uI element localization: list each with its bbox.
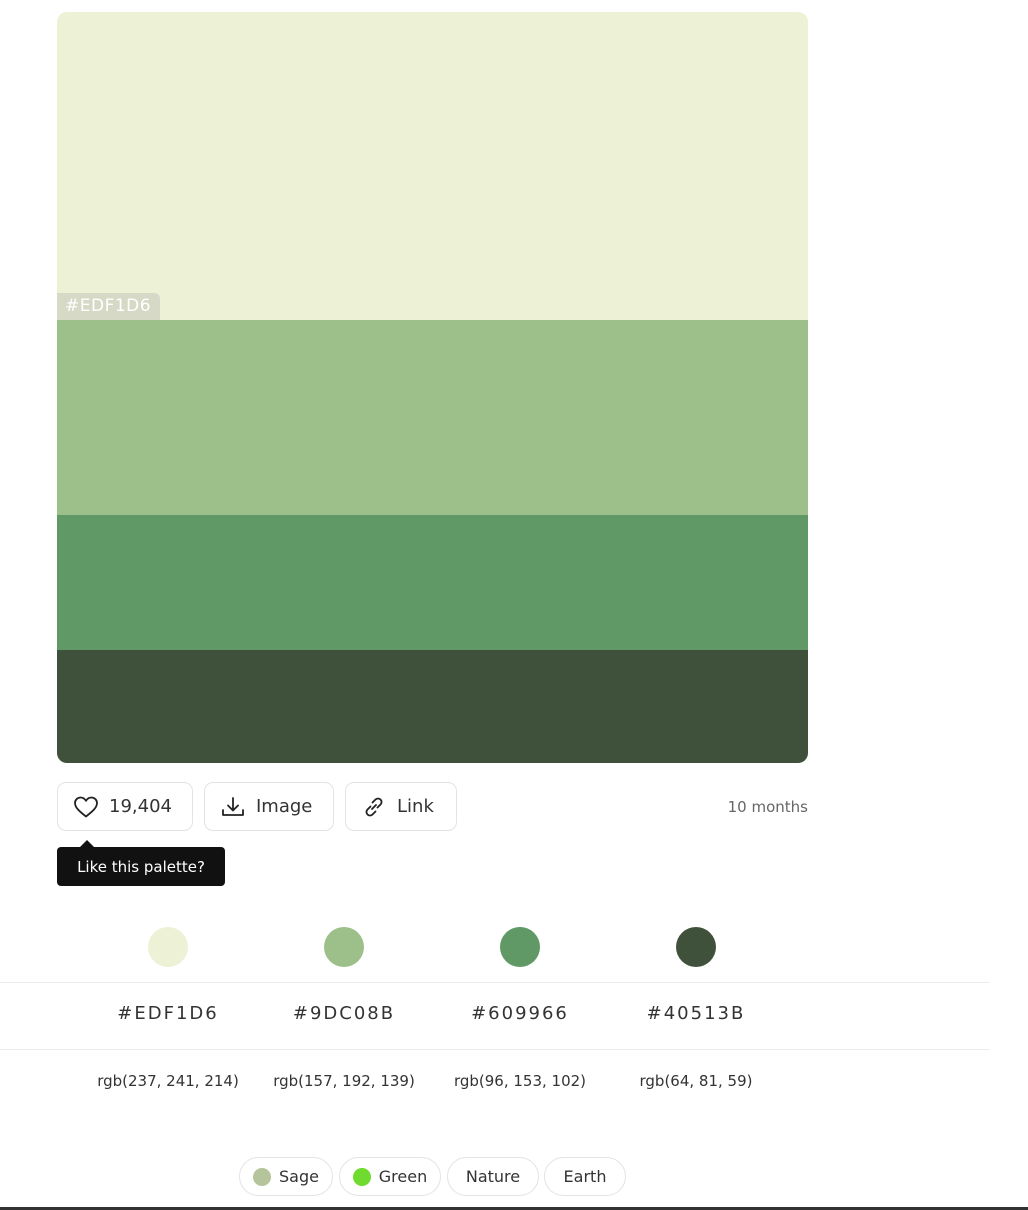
copy-link-button[interactable]: Link (345, 782, 457, 831)
green-color-dot (352, 1167, 371, 1186)
tag-earth[interactable]: Earth (544, 1157, 626, 1196)
like-count: 19,404 (109, 796, 172, 817)
hex-value-2[interactable]: #9DC08B (256, 1003, 432, 1024)
color-circle-1[interactable] (148, 927, 188, 967)
tag-sage[interactable]: Sage (239, 1157, 333, 1196)
swatch-2[interactable] (57, 320, 808, 515)
swatch-1[interactable]: #EDF1D6 (57, 12, 808, 320)
rgb-value-3[interactable]: rgb(96, 153, 102) (432, 1072, 608, 1090)
swatch-3[interactable] (57, 515, 808, 650)
download-icon (220, 795, 246, 819)
like-tooltip: Like this palette? (57, 840, 225, 886)
rgb-value-1[interactable]: rgb(237, 241, 214) (80, 1072, 256, 1090)
tag-label: Earth (563, 1167, 607, 1186)
tag-green[interactable]: Green (339, 1157, 441, 1196)
like-button[interactable]: 19,404 (57, 782, 193, 831)
color-circle-3[interactable] (500, 927, 540, 967)
image-button-label: Image (256, 796, 313, 817)
hex-value-1[interactable]: #EDF1D6 (80, 1003, 256, 1024)
swatch-hex-label[interactable]: #EDF1D6 (57, 293, 161, 320)
color-circle-4[interactable] (676, 927, 716, 967)
rgb-value-2[interactable]: rgb(157, 192, 139) (256, 1072, 432, 1090)
link-button-label: Link (397, 796, 434, 817)
link-icon (361, 795, 387, 819)
tag-label: Green (378, 1167, 428, 1186)
divider (0, 1049, 990, 1050)
swatch-4[interactable] (57, 650, 808, 763)
time-ago: 10 months (727, 798, 808, 816)
divider (0, 982, 990, 983)
rgb-value-4[interactable]: rgb(64, 81, 59) (608, 1072, 784, 1090)
image-download-button[interactable]: Image (204, 782, 334, 831)
heart-icon (73, 795, 99, 819)
hex-value-4[interactable]: #40513B (608, 1003, 784, 1024)
hex-value-3[interactable]: #609966 (432, 1003, 608, 1024)
color-circle-2[interactable] (324, 927, 364, 967)
sage-color-dot (253, 1167, 272, 1186)
tag-nature[interactable]: Nature (447, 1157, 539, 1196)
tag-label: Nature (465, 1167, 521, 1186)
tag-label: Sage (279, 1167, 319, 1186)
palette-card: #EDF1D6 (57, 12, 808, 763)
